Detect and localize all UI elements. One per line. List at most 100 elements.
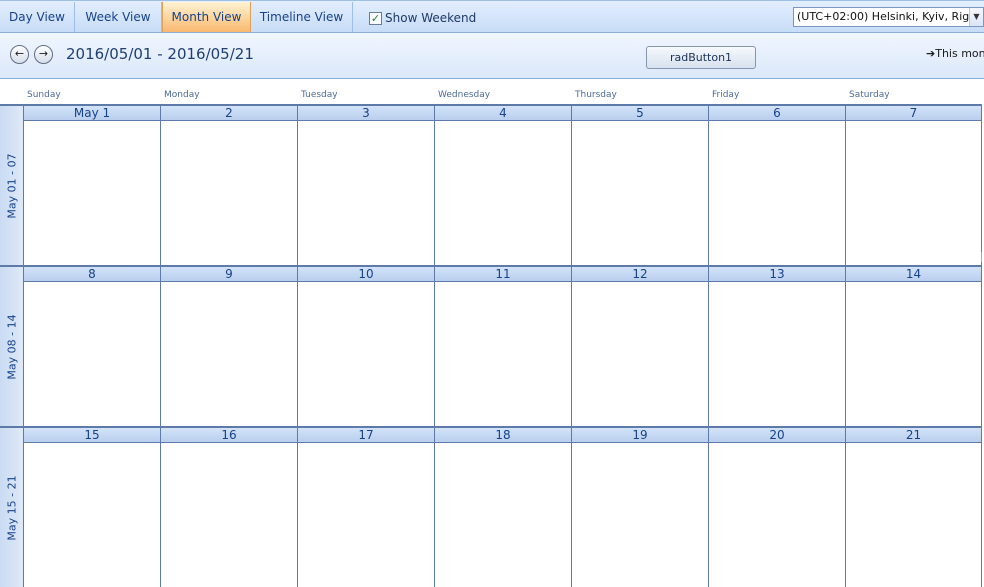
day-cell[interactable]: 13 [709,265,846,426]
day-header[interactable]: 6 [709,106,845,121]
rad-button-1[interactable]: radButton1 [646,46,756,69]
day-body[interactable] [161,121,297,265]
week-label: May 01 - 07 [5,152,18,219]
day-header[interactable]: 19 [572,428,708,443]
day-body[interactable] [161,443,297,587]
day-body[interactable] [24,443,160,587]
day-cell[interactable]: 21 [846,426,982,587]
day-body[interactable] [709,121,845,265]
weekday-wednesday: Wednesday [438,90,491,100]
day-body[interactable] [572,282,708,426]
weekday-thursday: Thursday [575,90,617,100]
chevron-down-icon[interactable]: ▼ [969,8,983,26]
day-cell[interactable]: 20 [709,426,846,587]
day-cell[interactable]: 12 [572,265,709,426]
tab-week-view[interactable]: Week View [75,2,162,32]
day-body[interactable] [298,121,434,265]
day-cell[interactable]: 2 [161,104,298,265]
day-cell[interactable]: 19 [572,426,709,587]
day-header[interactable]: 18 [435,428,571,443]
day-body[interactable] [846,443,981,587]
day-header[interactable]: 21 [846,428,981,443]
week-row: May 15 - 21 15 16 17 18 19 20 21 [0,426,984,587]
day-cell[interactable]: 14 [846,265,982,426]
day-cell[interactable]: 18 [435,426,572,587]
month-calendar-grid: May 01 - 07 May 1 2 3 4 5 6 7 May 08 - 1… [0,104,984,587]
day-body[interactable] [24,282,160,426]
day-cell[interactable]: 11 [435,265,572,426]
day-header[interactable]: 5 [572,106,708,121]
view-tab-bar: Day View Week View Month View Timeline V… [0,0,984,33]
day-body[interactable] [24,121,160,265]
weekday-header: Sunday Monday Tuesday Wednesday Thursday… [0,79,984,104]
week-label-column[interactable]: May 08 - 14 [0,265,24,426]
day-body[interactable] [435,121,571,265]
day-cell[interactable]: 16 [161,426,298,587]
day-header[interactable]: 13 [709,267,845,282]
day-body[interactable] [846,121,981,265]
day-header[interactable]: 8 [24,267,160,282]
previous-button[interactable]: ← [10,45,29,64]
show-weekend-checkbox[interactable]: ✓ [369,11,382,25]
week-label-column[interactable]: May 01 - 07 [0,104,24,265]
day-body[interactable] [298,282,434,426]
day-body[interactable] [572,443,708,587]
day-body[interactable] [435,282,571,426]
weekday-saturday: Saturday [849,90,890,100]
this-month-link[interactable]: ➔This mont [926,47,984,60]
timezone-selected-value: (UTC+02:00) Helsinki, Kyiv, Riga, [797,10,980,23]
weekday-monday: Monday [164,90,200,100]
day-cell[interactable]: 4 [435,104,572,265]
day-body[interactable] [435,443,571,587]
day-header[interactable]: 20 [709,428,845,443]
week-label: May 15 - 21 [5,474,18,541]
day-header[interactable]: 17 [298,428,434,443]
day-header[interactable]: 10 [298,267,434,282]
day-header[interactable]: May 1 [24,106,160,121]
day-cell[interactable]: 17 [298,426,435,587]
day-header[interactable]: 2 [161,106,297,121]
day-cell[interactable]: 5 [572,104,709,265]
day-header[interactable]: 7 [846,106,981,121]
day-cell[interactable]: 7 [846,104,982,265]
day-cell[interactable]: 8 [24,265,161,426]
next-button[interactable]: → [34,45,53,64]
timezone-select[interactable]: (UTC+02:00) Helsinki, Kyiv, Riga, ▼ [793,7,984,27]
tab-timeline-view[interactable]: Timeline View [251,2,353,32]
day-body[interactable] [709,443,845,587]
arrow-right-icon: → [38,47,49,60]
day-header[interactable]: 11 [435,267,571,282]
day-body[interactable] [846,282,981,426]
date-range-title: 2016/05/01 - 2016/05/21 [66,45,254,63]
day-header[interactable]: 14 [846,267,981,282]
day-body[interactable] [298,443,434,587]
show-weekend-toggle[interactable]: ✓ Show Weekend [369,10,476,26]
day-header[interactable]: 4 [435,106,571,121]
day-body[interactable] [572,121,708,265]
week-row: May 08 - 14 8 9 10 11 12 13 14 [0,265,984,426]
day-cell[interactable]: 10 [298,265,435,426]
this-month-label: This mont [935,47,984,60]
day-header[interactable]: 9 [161,267,297,282]
weekday-tuesday: Tuesday [301,90,338,100]
week-label: May 08 - 14 [5,313,18,380]
day-cell[interactable]: May 1 [24,104,161,265]
day-cell[interactable]: 3 [298,104,435,265]
day-body[interactable] [161,282,297,426]
day-cell[interactable]: 6 [709,104,846,265]
arrow-left-icon: ← [14,47,25,60]
checkmark-icon: ✓ [370,11,381,25]
weekday-sunday: Sunday [27,90,61,100]
navigation-bar: ← → 2016/05/01 - 2016/05/21 radButton1 ➔… [0,33,984,79]
week-label-column[interactable]: May 15 - 21 [0,426,24,587]
day-header[interactable]: 3 [298,106,434,121]
day-header[interactable]: 15 [24,428,160,443]
day-cell[interactable]: 15 [24,426,161,587]
tab-month-view[interactable]: Month View [162,2,251,32]
arrow-right-small-icon: ➔ [926,47,936,60]
tab-day-view[interactable]: Day View [0,2,75,32]
day-body[interactable] [709,282,845,426]
day-header[interactable]: 12 [572,267,708,282]
day-cell[interactable]: 9 [161,265,298,426]
day-header[interactable]: 16 [161,428,297,443]
